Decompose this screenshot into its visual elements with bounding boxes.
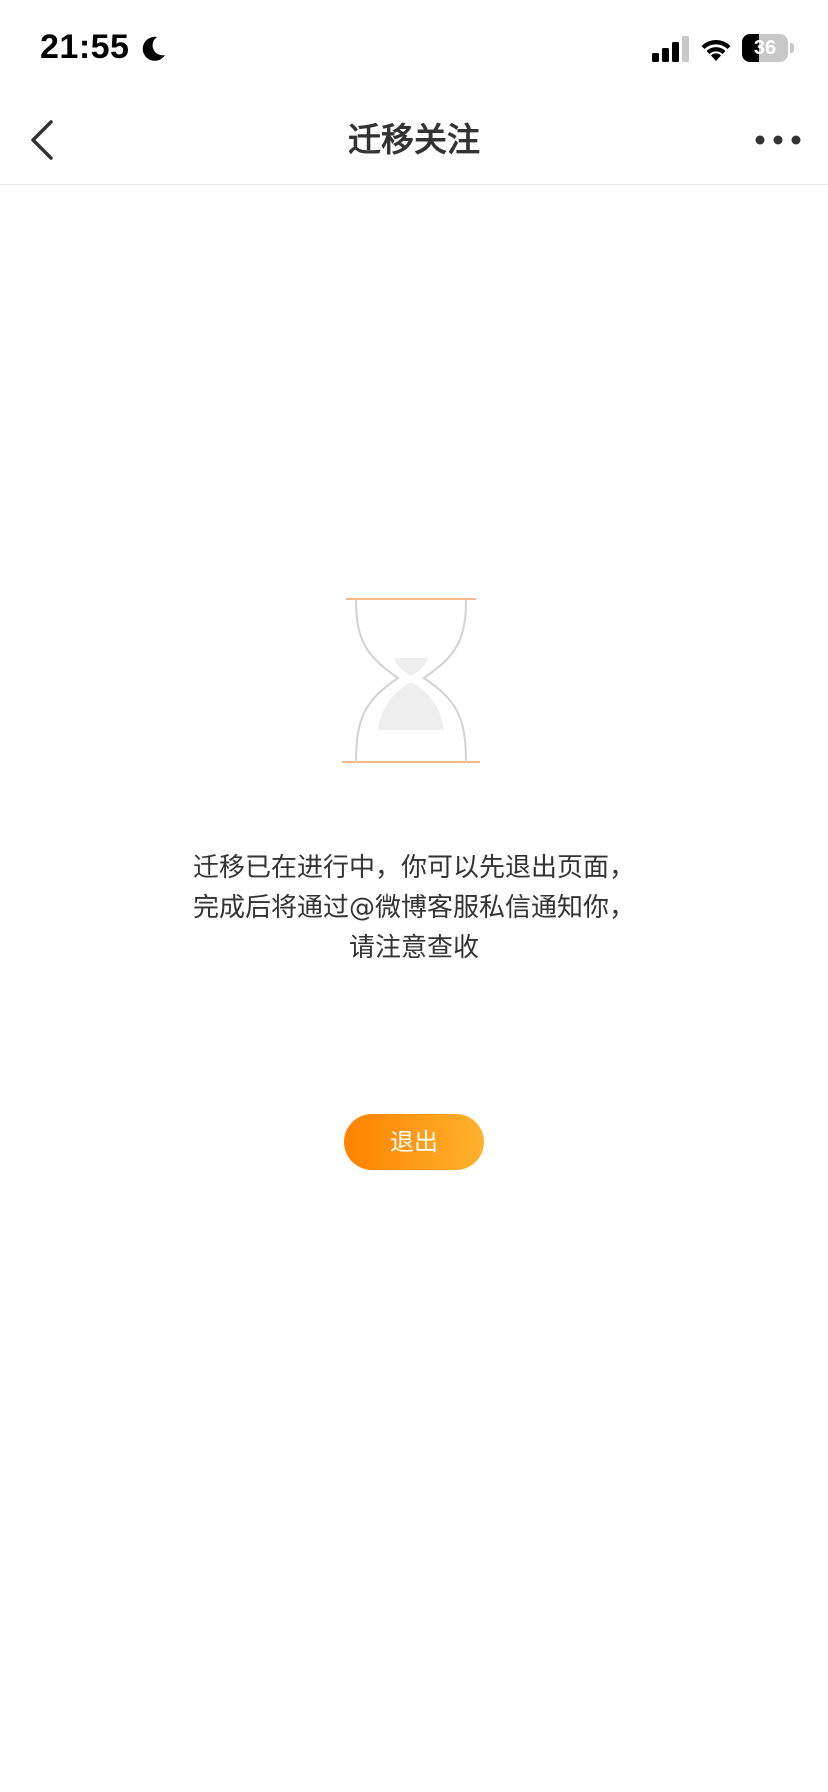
message-line-3: 请注意查收	[348, 933, 479, 963]
wifi-icon	[701, 39, 731, 61]
migration-message: 迁移已在进行中，你可以先退出页面， 完成后将通过@微博客服私信通知你， 请注意查…	[114, 848, 714, 968]
back-button[interactable]	[14, 112, 70, 168]
status-bar: 21:55 36	[0, 0, 828, 96]
more-button[interactable]	[746, 112, 810, 168]
chevron-left-icon	[31, 120, 53, 160]
status-time: 21:55	[40, 28, 130, 66]
battery-cap	[790, 43, 794, 53]
signal-icon	[652, 36, 689, 62]
moon-icon	[142, 36, 165, 61]
battery-body: 36	[742, 34, 788, 62]
hourglass-icon	[342, 598, 480, 763]
battery-level: 36	[753, 37, 777, 59]
page-title: 迁移关注	[348, 120, 480, 159]
nav-bar: 迁移关注	[0, 96, 828, 185]
battery-icon: 36	[742, 34, 794, 62]
more-dots-icon	[755, 135, 801, 145]
message-line-2: 完成后将通过@微博客服私信通知你，	[192, 893, 635, 923]
message-line-1: 迁移已在进行中，你可以先退出页面，	[192, 853, 635, 883]
exit-button[interactable]: 退出	[344, 1114, 484, 1170]
